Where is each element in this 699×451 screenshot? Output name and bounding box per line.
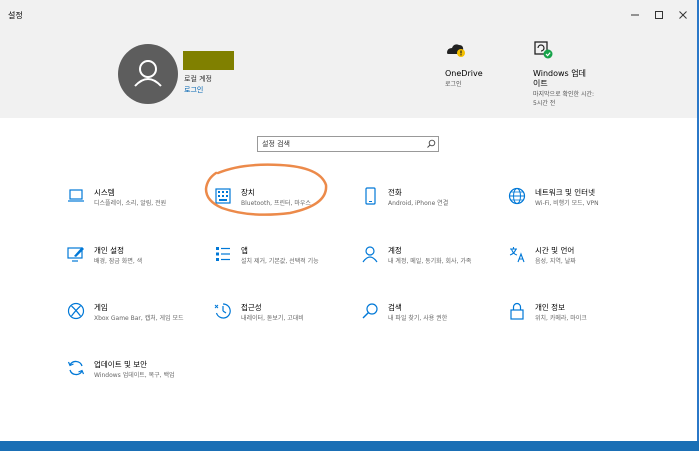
search-icon[interactable] xyxy=(426,139,436,149)
account-header: 로컬 계정 로그인 OneDrive 로그인 Windows 업데이트 마지막으… xyxy=(0,30,697,118)
category-description: Android, iPhone 연결 xyxy=(388,200,449,207)
category-title: 접근성 xyxy=(241,303,262,312)
onedrive-item[interactable]: OneDrive 로그인 xyxy=(440,40,500,90)
category-title: 시간 및 언어 xyxy=(535,246,575,255)
category-gaming[interactable]: 게임 Xbox Game Bar, 캡처, 게임 모드 xyxy=(67,302,197,346)
settings-window: 설정 로컬 계정 로그인 OneDrive 로그인 Windows 업데이트 마… xyxy=(0,0,699,441)
window-title: 설정 xyxy=(8,11,23,20)
category-search[interactable]: 검색 내 파일 찾기, 사용 권한 xyxy=(361,302,491,346)
close-button[interactable] xyxy=(670,4,696,26)
phone-icon xyxy=(365,187,376,205)
category-title: 개인 설정 xyxy=(94,246,124,255)
category-description: 위치, 카메라, 마이크 xyxy=(535,315,587,322)
person-icon xyxy=(362,246,378,263)
laptop-icon xyxy=(68,189,84,202)
personalization-icon xyxy=(67,247,84,262)
language-icon xyxy=(509,247,525,263)
minimize-icon xyxy=(631,14,639,16)
username-redaction xyxy=(183,51,234,70)
category-title: 전화 xyxy=(388,188,402,197)
account-type-label: 로컬 계정 xyxy=(184,75,212,83)
category-description: 내 파일 찾기, 사용 권한 xyxy=(388,315,448,322)
close-icon xyxy=(679,11,687,19)
category-description: Wi-Fi, 비행기 모드, VPN xyxy=(535,200,599,207)
windows-update-status: 마지막으로 확인한 시간: 5시간 전 xyxy=(533,91,595,107)
maximize-icon xyxy=(655,11,663,19)
category-title: 앱 xyxy=(241,246,248,255)
category-system[interactable]: 시스템 디스플레이, 소리, 알림, 전원 xyxy=(67,187,197,231)
maximize-button[interactable] xyxy=(646,4,672,26)
category-description: Xbox Game Bar, 캡처, 게임 모드 xyxy=(94,315,184,322)
category-time-language[interactable]: 시간 및 언어 음성, 지역, 날짜 xyxy=(508,245,638,289)
category-title: 네트워크 및 인터넷 xyxy=(535,188,595,197)
category-description: 음성, 지역, 날짜 xyxy=(535,258,576,265)
xbox-icon xyxy=(67,302,85,320)
windows-update-icon xyxy=(534,41,553,59)
magnifier-icon xyxy=(362,303,378,319)
category-privacy[interactable]: 개인 정보 위치, 카메라, 마이크 xyxy=(508,302,638,346)
category-title: 계정 xyxy=(388,246,402,255)
category-description: 내레이터, 돋보기, 고대비 xyxy=(241,315,304,322)
category-accessibility[interactable]: 접근성 내레이터, 돋보기, 고대비 xyxy=(214,302,344,346)
minimize-button[interactable] xyxy=(622,4,648,26)
avatar[interactable] xyxy=(118,44,178,104)
category-personalization[interactable]: 개인 설정 배경, 잠금 화면, 색 xyxy=(67,245,197,289)
category-description: 배경, 잠금 화면, 색 xyxy=(94,258,143,265)
onedrive-icon xyxy=(447,44,465,57)
lock-icon xyxy=(510,302,524,320)
refresh-icon xyxy=(67,360,85,376)
desktop-taskbar-strip xyxy=(0,441,699,451)
category-network[interactable]: 네트워크 및 인터넷 Wi-Fi, 비행기 모드, VPN xyxy=(508,187,638,231)
category-title: 업데이트 및 보안 xyxy=(94,360,148,369)
title-bar[interactable]: 설정 xyxy=(0,0,697,30)
category-description: 설치 제거, 기본값, 선택적 기능 xyxy=(241,258,319,265)
highlight-ring-annotation xyxy=(204,163,328,216)
category-title: 시스템 xyxy=(94,188,115,197)
search-box[interactable] xyxy=(257,136,439,152)
category-title: 검색 xyxy=(388,303,402,312)
category-accounts[interactable]: 계정 내 계정, 메일, 동기화, 회사, 가족 xyxy=(361,245,491,289)
apps-icon xyxy=(216,247,230,261)
search-input[interactable] xyxy=(258,137,422,151)
globe-icon xyxy=(508,187,526,205)
onedrive-status: 로그인 xyxy=(445,81,462,88)
category-phone[interactable]: 전화 Android, iPhone 연결 xyxy=(361,187,491,231)
accessibility-icon xyxy=(214,303,231,319)
windows-update-title: Windows 업데이트 xyxy=(533,69,586,88)
category-update-security[interactable]: 업데이트 및 보안 Windows 업데이트, 복구, 백업 xyxy=(67,359,197,403)
category-description: 내 계정, 메일, 동기화, 회사, 가족 xyxy=(388,258,472,265)
windows-update-item[interactable]: Windows 업데이트 마지막으로 확인한 시간: 5시간 전 xyxy=(528,40,598,110)
onedrive-title: OneDrive xyxy=(445,69,483,78)
category-title: 게임 xyxy=(94,303,108,312)
category-title: 개인 정보 xyxy=(535,303,565,312)
category-apps[interactable]: 앱 설치 제거, 기본값, 선택적 기능 xyxy=(214,245,344,289)
user-silhouette-icon xyxy=(134,60,162,87)
category-description: Windows 업데이트, 복구, 백업 xyxy=(94,372,175,379)
sign-in-link[interactable]: 로그인 xyxy=(184,85,203,95)
category-description: 디스플레이, 소리, 알림, 전원 xyxy=(94,200,167,207)
